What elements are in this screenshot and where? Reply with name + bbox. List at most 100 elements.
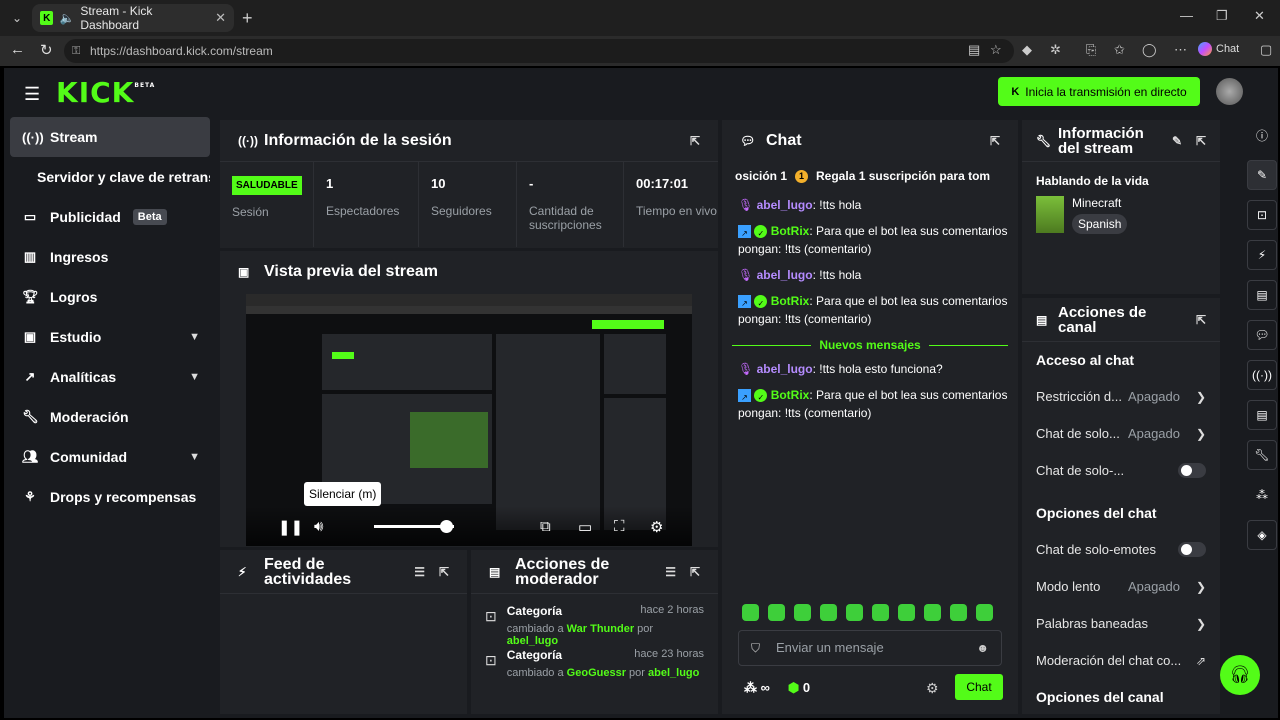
kick-points[interactable]: ⬢ 0 <box>788 680 810 696</box>
chat-username[interactable]: BotRix <box>771 294 810 308</box>
avatar[interactable] <box>1216 78 1243 105</box>
site-info-icon[interactable]: ⚿ <box>72 39 80 63</box>
chat-username[interactable]: abel_lugo <box>757 198 813 212</box>
chat-settings-icon[interactable]: ⚙ <box>926 680 939 697</box>
pip-icon[interactable]: ⧉ <box>540 518 551 535</box>
wrench-icon[interactable]: 🔧︎ <box>1247 440 1277 470</box>
emote-icon[interactable] <box>924 604 941 621</box>
gift-leaderboard[interactable]: osición 1 1 Regala 1 suscripción para to… <box>735 164 1008 188</box>
chat-bubble-icon[interactable]: 💬︎ <box>1247 320 1277 350</box>
support-headset-icon[interactable]: 🎧︎ <box>1220 655 1260 695</box>
speaker-icon[interactable]: 🔈 <box>59 11 74 25</box>
filter-icon[interactable]: ☰ <box>665 565 676 579</box>
sidebar-item-studio[interactable]: ▣ Estudio ▼ <box>10 317 210 357</box>
chat-send-button[interactable]: Chat <box>955 674 1003 700</box>
document-icon[interactable]: ▤ <box>1247 280 1277 310</box>
volume-knob[interactable] <box>440 520 453 533</box>
split-screen-icon[interactable]: ⎘ <box>1086 42 1096 58</box>
toggle-switch[interactable] <box>1178 463 1206 478</box>
lightning-icon[interactable]: ⚡︎ <box>1247 240 1277 270</box>
emote-icon[interactable] <box>768 604 785 621</box>
sidebar-item-stream-key[interactable]: Servidor y clave de retransmisión <box>10 157 210 197</box>
volume-icon[interactable]: 🔊︎ <box>314 518 323 535</box>
edit-pencil-icon[interactable]: ✎ <box>1172 134 1182 148</box>
info-icon[interactable]: ⓘ <box>1247 120 1277 150</box>
edit-icon[interactable]: ✎ <box>1247 160 1277 190</box>
toggle-switch[interactable] <box>1178 542 1206 557</box>
channel-actions-icon[interactable]: ▤ <box>1247 400 1277 430</box>
option-row[interactable]: Restricción d... Apagado ❯ <box>1022 378 1220 415</box>
popout-icon[interactable]: ⇱ <box>690 134 700 148</box>
favorite-star-icon[interactable]: ☆ <box>990 42 1002 58</box>
maximize-icon[interactable]: ❐ <box>1216 8 1228 24</box>
reader-icon[interactable]: ▤ <box>968 42 980 58</box>
go-live-button[interactable]: K Inicia la transmisión en directo <box>998 77 1200 106</box>
refresh-icon[interactable]: ↻ <box>40 41 53 59</box>
new-tab-icon[interactable]: + <box>242 8 253 29</box>
popout-icon[interactable]: ⇱ <box>990 134 1000 148</box>
sidebar-item-stream[interactable]: ((·)) Stream <box>10 117 210 157</box>
sidebar-item-community[interactable]: 👥︎ Comunidad ▼ <box>10 437 210 477</box>
chat-username[interactable]: abel_lugo <box>757 268 813 282</box>
tag-icon[interactable]: ◈ <box>1247 520 1277 550</box>
emote-icon[interactable] <box>976 604 993 621</box>
emoji-icon[interactable]: ☻ <box>976 631 989 665</box>
sidebar-item-analytics[interactable]: ↗ Analíticas ▼ <box>10 357 210 397</box>
sidebar-toggle-icon[interactable]: ▢ <box>1260 42 1272 58</box>
emote-icon[interactable] <box>950 604 967 621</box>
chat-username[interactable]: BotRix <box>771 224 810 238</box>
chevron-down-icon[interactable]: ▼ <box>189 371 200 383</box>
option-row[interactable]: Moderación del chat co... ⇗ <box>1022 642 1220 679</box>
screenshot-icon[interactable]: ⊡ <box>1247 200 1277 230</box>
extension-icon[interactable]: ◆ <box>1022 42 1032 58</box>
emote-icon[interactable] <box>846 604 863 621</box>
collections-icon[interactable]: ✩ <box>1114 42 1125 58</box>
filter-icon[interactable]: ☰ <box>414 565 425 579</box>
sidebar-item-achievements[interactable]: 🏆︎ Logros <box>10 277 210 317</box>
chevron-down-icon[interactable]: ▼ <box>189 451 200 463</box>
log-target[interactable]: GeoGuessr <box>567 667 626 679</box>
channel-points[interactable]: ⁂ ∞ <box>744 680 770 696</box>
fullscreen-icon[interactable]: ⛶ <box>614 518 625 535</box>
community-icon[interactable]: ⁂ <box>1247 480 1277 510</box>
sidebar-item-revenue[interactable]: ▥ Ingresos <box>10 237 210 277</box>
chat-username[interactable]: abel_lugo <box>757 362 813 376</box>
emote-icon[interactable] <box>820 604 837 621</box>
option-row[interactable]: Chat de solo... Apagado ❯ <box>1022 415 1220 452</box>
chat-input[interactable]: ⛉ Enviar un mensaje ☻ <box>738 630 1002 666</box>
puzzle-icon[interactable]: ✲ <box>1050 42 1061 58</box>
tab-list-button[interactable]: ⌄ <box>6 7 28 29</box>
option-row[interactable]: Modo lento Apagado ❯ <box>1022 568 1220 605</box>
popout-icon[interactable]: ⇱ <box>690 565 700 579</box>
log-user[interactable]: abel_lugo <box>648 667 699 679</box>
menu-icon[interactable]: ☰ <box>24 84 40 105</box>
close-window-icon[interactable]: ✕ <box>1254 8 1265 24</box>
stream-video[interactable]: Silenciar (m) ❚❚ 🔊︎ ⧉ ▭ ⛶ ⚙ <box>246 294 692 546</box>
theater-icon[interactable]: ▭ <box>578 518 592 536</box>
option-row[interactable]: Palabras baneadas ❯ <box>1022 605 1220 642</box>
chevron-down-icon[interactable]: ▼ <box>189 331 200 343</box>
sidebar-item-ads[interactable]: ▭ Publicidad Beta <box>10 197 210 237</box>
emote-icon[interactable] <box>898 604 915 621</box>
log-target[interactable]: War Thunder <box>567 623 634 635</box>
tab-close-icon[interactable]: ✕ <box>215 10 226 26</box>
emote-icon[interactable] <box>742 604 759 621</box>
profile-ring-icon[interactable]: ◯ <box>1142 42 1157 58</box>
settings-gear-icon[interactable]: ⚙ <box>650 518 663 536</box>
kick-logo[interactable]: KICKBETA <box>56 76 155 109</box>
pause-icon[interactable]: ❚❚ <box>278 518 303 536</box>
sidebar-item-drops[interactable]: ⚘ Drops y recompensas <box>10 477 210 517</box>
broadcast-icon[interactable]: ((·)) <box>1247 360 1277 390</box>
browser-tab[interactable]: K 🔈 Stream - Kick Dashboard ✕ <box>32 4 234 32</box>
popout-icon[interactable]: ⇱ <box>439 565 449 579</box>
emote-icon[interactable] <box>794 604 811 621</box>
back-icon[interactable]: ← <box>10 41 25 58</box>
minimize-icon[interactable]: — <box>1180 8 1193 23</box>
emote-icon[interactable] <box>872 604 889 621</box>
popout-icon[interactable]: ⇱ <box>1196 313 1206 327</box>
popout-icon[interactable]: ⇱ <box>1196 134 1206 148</box>
chat-username[interactable]: BotRix <box>771 388 810 402</box>
sidebar-item-moderation[interactable]: 🔧︎ Moderación <box>10 397 210 437</box>
more-menu-icon[interactable]: ⋯ <box>1174 42 1187 58</box>
url-field[interactable]: ⚿ https://dashboard.kick.com/stream <box>64 39 1014 63</box>
